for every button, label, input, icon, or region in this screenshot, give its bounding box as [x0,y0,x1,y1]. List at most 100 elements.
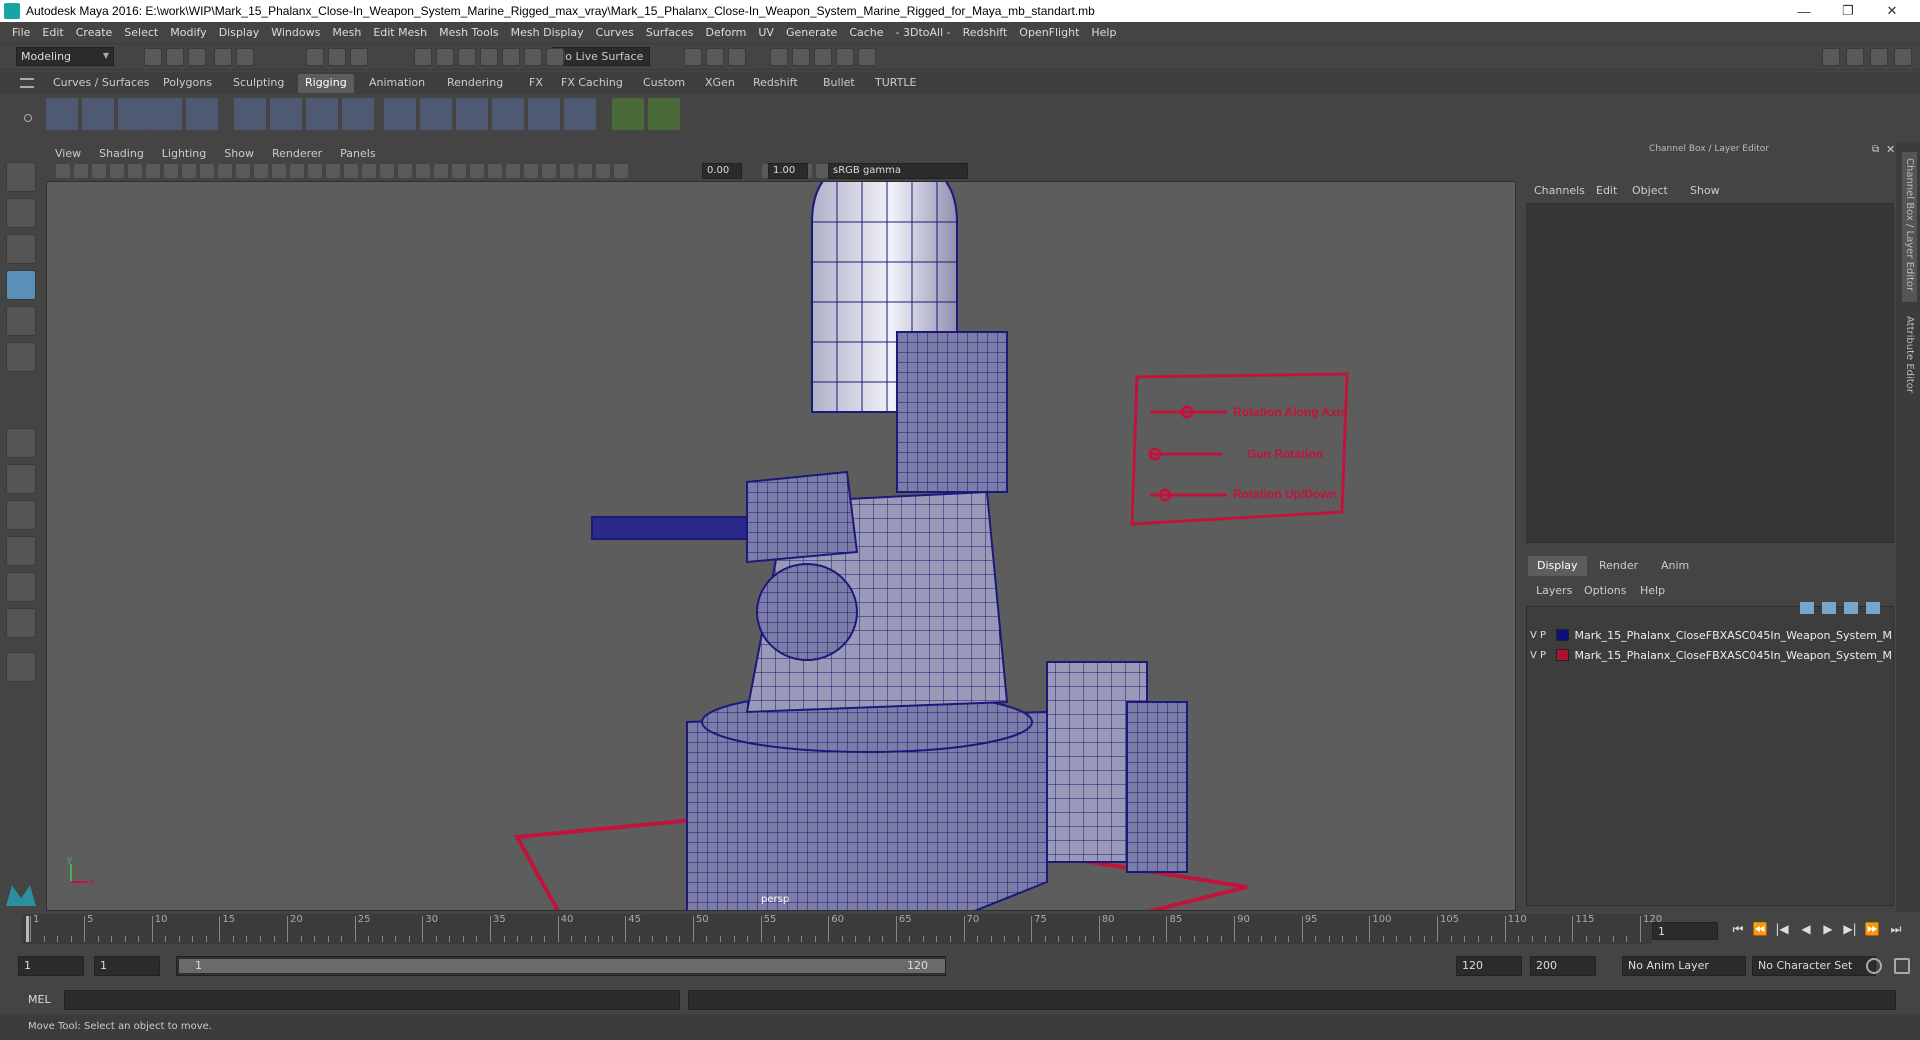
viewport-tool-icon-31[interactable] [596,164,610,178]
menu-curves[interactable]: Curves [590,26,640,39]
status-icon-1[interactable] [144,48,162,66]
workspace-icon-1[interactable] [1822,48,1840,66]
play-forwards-icon[interactable]: ▶ [1820,922,1836,938]
shelf-tab-fx[interactable]: FX [522,74,550,93]
layer-visibility-toggle[interactable]: V P [1530,650,1552,661]
wire-icon[interactable] [456,98,488,130]
color-space-dropdown[interactable]: sRGB gamma [828,163,968,179]
viewport-tool-icon-14[interactable] [290,164,304,178]
layer-p-flag[interactable]: P [1540,630,1546,641]
layer-tab-display[interactable]: Display [1528,556,1587,576]
channel-box-menu-channels[interactable]: Channels [1534,184,1585,197]
persp-outliner-layout-icon[interactable] [6,500,36,530]
float-panel-icon[interactable]: ⧉ [1872,144,1879,155]
exposure-field[interactable]: 0.00 [702,163,742,179]
skin-weights-icon[interactable] [342,98,374,130]
collapse-toolbox-icon[interactable] [6,652,36,682]
sculpt-deformer-icon[interactable] [492,98,524,130]
viewport-tool-icon-3[interactable] [92,164,106,178]
channel-box-menu-show[interactable]: Show [1690,184,1720,197]
hypershade-layout-icon[interactable] [6,572,36,602]
range-slider[interactable]: 1 120 [176,956,946,976]
status-icon-23[interactable] [858,48,876,66]
rigid-bind-icon[interactable] [306,98,338,130]
step-back-frame-icon[interactable]: |◀ [1774,922,1790,938]
current-frame-field[interactable]: 1 [1652,922,1718,940]
shelf-tab-bullet[interactable]: Bullet [816,74,862,93]
channel-box-side-tab[interactable]: Channel Box / Layer Editor [1902,152,1917,302]
channel-box-menu-object[interactable]: Object [1632,184,1668,197]
menu-redshift[interactable]: Redshift [957,26,1014,39]
render-layout-icon[interactable] [6,608,36,638]
viewport-menu-panels[interactable]: Panels [331,147,384,160]
menu-generate[interactable]: Generate [780,26,843,39]
minimize-button[interactable]: — [1782,0,1826,22]
viewport-tool-icon-28[interactable] [542,164,556,178]
animation-preferences-icon[interactable] [1894,958,1910,974]
viewport-tool-icon-30[interactable] [578,164,592,178]
scale-tool-icon[interactable] [6,342,36,372]
status-icon-5[interactable] [236,48,254,66]
insert-joint-icon[interactable] [82,98,114,130]
viewport-tool-icon-7[interactable] [164,164,178,178]
cluster-icon[interactable] [384,98,416,130]
status-icon-22[interactable] [836,48,854,66]
viewport-tool-icon-17[interactable] [344,164,358,178]
gamma-field[interactable]: 1.00 [768,163,808,179]
move-layer-down-icon[interactable] [1822,602,1836,614]
persp-graph-layout-icon[interactable] [6,536,36,566]
go-to-start-icon[interactable]: ⏮ [1730,922,1746,938]
layer-menu-help[interactable]: Help [1640,584,1665,597]
ik-handle-icon[interactable] [150,98,182,130]
status-icon-20[interactable] [792,48,810,66]
step-forward-key-icon[interactable]: ⏩ [1864,922,1880,938]
viewport-tool-icon-21[interactable] [416,164,430,178]
move-layer-up-icon[interactable] [1800,602,1814,614]
viewport-menu-renderer[interactable]: Renderer [263,147,331,160]
status-icon-6[interactable] [306,48,324,66]
point-constraint-icon[interactable] [648,98,680,130]
soft-mod-icon[interactable] [528,98,560,130]
viewport-tool-icon-25[interactable] [488,164,502,178]
layer-color-swatch[interactable] [1555,629,1569,641]
menu-create[interactable]: Create [70,26,119,39]
anim-layer-dropdown[interactable]: No Anim Layer [1622,956,1746,976]
layer-v-flag[interactable]: V [1530,650,1537,661]
mode-selector[interactable]: Modeling [16,47,114,66]
live-surface-field[interactable]: No Live Surface [552,47,650,66]
viewport-menu-show[interactable]: Show [215,147,263,160]
shelf-tab-polygons[interactable]: Polygons [156,74,219,93]
menu-openflight[interactable]: OpenFlight [1013,26,1085,39]
viewport-tool-icon-5[interactable] [128,164,142,178]
menu-mesh-tools[interactable]: Mesh Tools [433,26,505,39]
menu-modify[interactable]: Modify [164,26,212,39]
shelf-tab-rigging[interactable]: Rigging [298,74,354,93]
layer-visibility-toggle[interactable]: V P [1530,630,1552,641]
step-forward-frame-icon[interactable]: ▶| [1842,922,1858,938]
viewport-tool-icon-18[interactable] [362,164,376,178]
status-icon-19[interactable] [770,48,788,66]
viewport-tool-icon-24[interactable] [470,164,484,178]
shelf-menu-icon[interactable] [20,78,34,88]
go-to-end-icon[interactable]: ⏭ [1888,922,1904,938]
status-icon-4[interactable] [214,48,232,66]
status-icon-3[interactable] [188,48,206,66]
shelf-tab-turtle[interactable]: TURTLE [868,74,923,93]
mel-input[interactable] [64,990,680,1010]
viewport-tool-icon-32[interactable] [614,164,628,178]
playback-end-field[interactable]: 120 [1456,956,1522,976]
menu-3dtoall[interactable]: - 3DtoAll - [890,26,957,39]
viewport-tool-icon-4[interactable] [110,164,124,178]
new-layer-icon[interactable] [1844,602,1858,614]
play-backwards-icon[interactable]: ◀ [1798,922,1814,938]
shelf-tab-curves-surfaces[interactable]: Curves / Surfaces [46,74,157,93]
channel-box-menu-edit[interactable]: Edit [1596,184,1617,197]
range-slider-handle[interactable] [179,959,945,973]
layer-p-flag[interactable]: P [1540,650,1546,661]
viewport-tool-icon-1[interactable] [56,164,70,178]
paint-select-tool-icon[interactable] [6,234,36,264]
menu-windows[interactable]: Windows [265,26,326,39]
layer-row[interactable]: V P Mark_15_Phalanx_CloseFBXASC045In_Weap… [1530,626,1892,644]
menu-deform[interactable]: Deform [699,26,752,39]
menu-select[interactable]: Select [118,26,164,39]
